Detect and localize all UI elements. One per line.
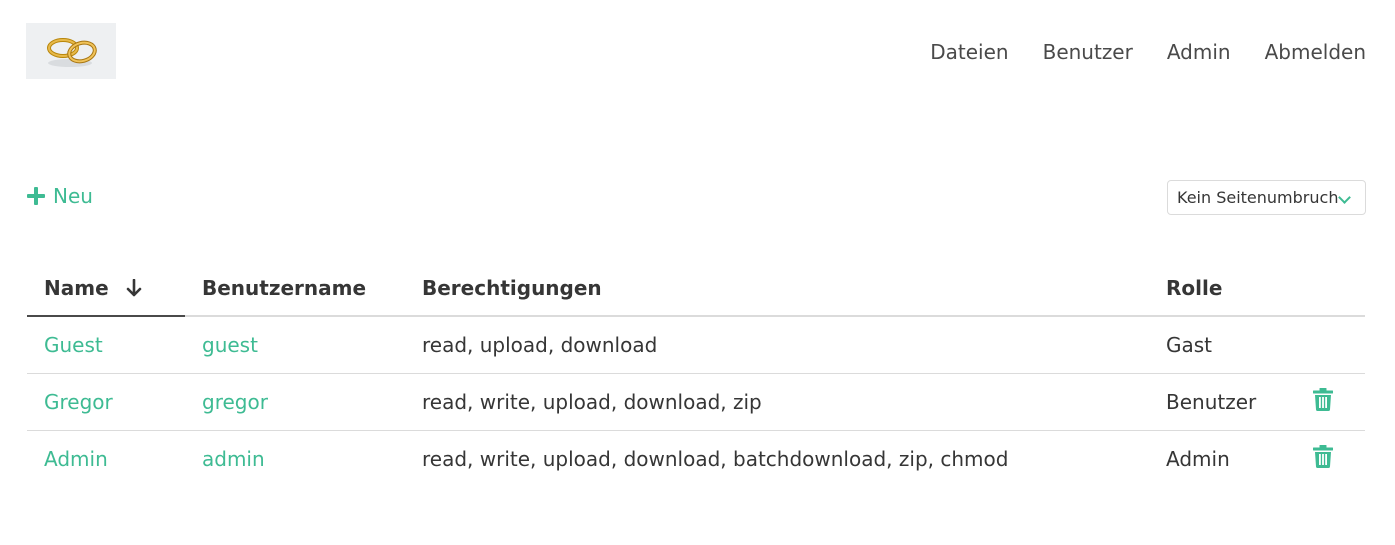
user-name-link[interactable]: Guest — [27, 316, 185, 374]
column-header-name-label: Name — [44, 275, 109, 300]
table-row: Admin admin read, write, upload, downloa… — [27, 430, 1365, 487]
main-nav: Dateien Benutzer Admin Abmelden — [896, 38, 1366, 66]
rings-logo-icon — [26, 23, 116, 79]
column-header-role[interactable]: Rolle — [1149, 260, 1296, 317]
nav-item-abmelden[interactable]: Abmelden — [1265, 38, 1366, 66]
nav-item-admin[interactable]: Admin — [1167, 38, 1231, 66]
delete-user-button[interactable] — [1313, 387, 1333, 416]
delete-user-button[interactable] — [1313, 444, 1333, 473]
nav-item-dateien[interactable]: Dateien — [930, 38, 1008, 66]
table-header-row: Name Benutzername Berechtigungen Rolle — [27, 260, 1365, 317]
pagination-select-value: Kein Seitenumbruch — [1177, 188, 1339, 207]
trash-icon — [1313, 444, 1333, 468]
table-row: Gregor gregor read, write, upload, downl… — [27, 373, 1365, 431]
logo[interactable] — [26, 23, 116, 79]
table-row: Guest guest read, upload, download Gast — [27, 316, 1365, 374]
trash-icon — [1313, 387, 1333, 411]
user-permissions: read, upload, download — [405, 316, 1149, 374]
chevron-down-icon — [1338, 191, 1351, 204]
user-actions — [1296, 373, 1365, 431]
pagination-select[interactable]: Kein Seitenumbruch — [1167, 180, 1366, 215]
sort-arrow-down-icon — [126, 278, 142, 297]
user-username-link[interactable]: admin — [185, 430, 405, 487]
user-actions — [1296, 316, 1365, 374]
user-role: Benutzer — [1149, 373, 1296, 431]
user-actions — [1296, 430, 1365, 487]
page: Dateien Benutzer Admin Abmelden Neu Kein… — [0, 0, 1395, 545]
user-permissions: read, write, upload, download, batchdown… — [422, 446, 1009, 471]
column-header-permissions[interactable]: Berechtigungen — [405, 260, 1149, 317]
user-name-link[interactable]: Admin — [27, 430, 185, 487]
plus-icon — [27, 187, 45, 205]
users-table: Name Benutzername Berechtigungen Rolle G… — [27, 260, 1365, 487]
column-header-username[interactable]: Benutzername — [185, 260, 405, 317]
new-user-label: Neu — [53, 184, 93, 208]
column-header-name[interactable]: Name — [27, 260, 185, 317]
user-username-link[interactable]: gregor — [185, 373, 405, 431]
nav-item-benutzer[interactable]: Benutzer — [1043, 38, 1133, 66]
column-header-actions — [1296, 260, 1365, 317]
user-role: Gast — [1149, 316, 1296, 374]
new-user-button[interactable]: Neu — [27, 184, 93, 208]
user-name-link[interactable]: Gregor — [27, 373, 185, 431]
user-permissions: read, write, upload, download, zip — [405, 373, 1149, 431]
user-username-link[interactable]: guest — [185, 316, 405, 374]
user-role: Admin — [1166, 446, 1230, 471]
